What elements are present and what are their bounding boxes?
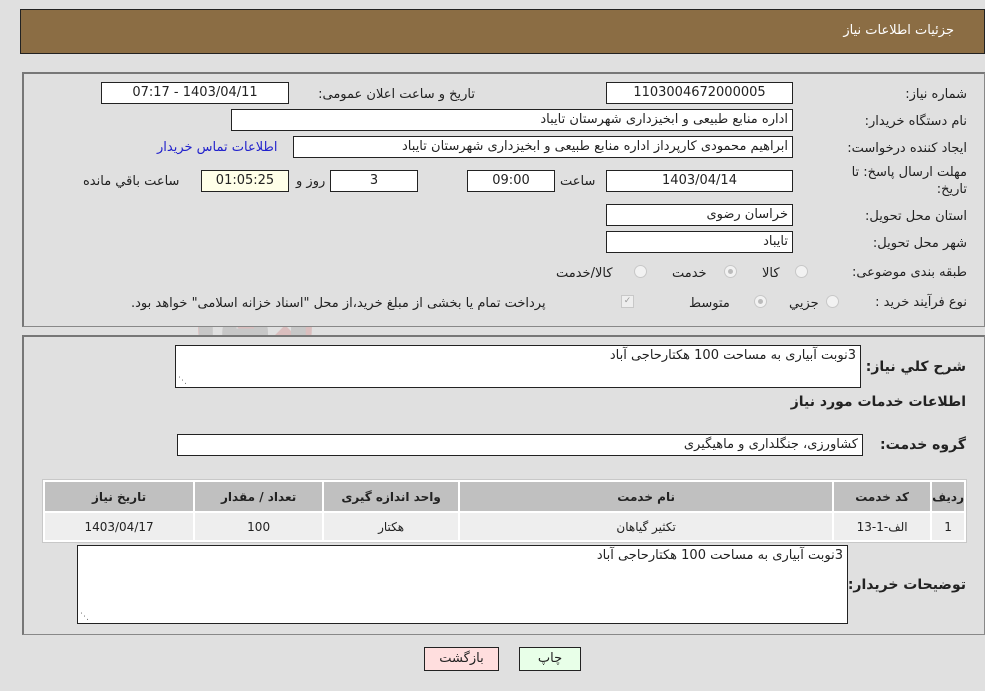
deadline-label-date: تاریخ: [936, 182, 967, 197]
services-section-title: اطلاعات خدمات مورد نیاز [790, 394, 966, 410]
delivery-province-field: خراسان رضوی [606, 204, 793, 226]
cell-service-name: تکثیر گیاهان [460, 513, 833, 540]
summary-text: 3نوبت آبیاری به مساحت 100 هکتارحاجی آباد [609, 348, 856, 363]
back-button[interactable]: بازگشت [424, 647, 499, 671]
process-option-minor: جزیي [789, 296, 819, 311]
deadline-time-field: 09:00 [467, 170, 555, 192]
process-radio-medium[interactable] [754, 295, 767, 308]
services-table: ردیف کد خدمت نام خدمت واحد اندازه گیری ت… [42, 479, 967, 543]
remaining-time-label: ساعت باقي مانده [83, 174, 180, 189]
col-header-need-date: تاریخ نیاز [45, 482, 194, 511]
category-option-goods: کالا [762, 266, 780, 281]
cell-quantity: 100 [195, 513, 323, 540]
cell-unit: هکتار [324, 513, 459, 540]
col-header-quantity: تعداد / مقدار [195, 482, 323, 511]
delivery-city-field: تایباد [606, 231, 793, 253]
announce-datetime-field: 1403/04/11 - 07:17 [101, 82, 289, 104]
deadline-label: مهلت ارسال پاسخ: تا [851, 165, 967, 180]
category-radio-service[interactable] [724, 265, 737, 278]
need-number-field: 1103004672000005 [606, 82, 793, 104]
treasury-note: پرداخت تمام یا بخشی از مبلغ خرید،از محل … [131, 296, 546, 311]
buyer-org-field: اداره منابع طبیعی و ابخیزداری شهرستان تا… [231, 109, 793, 131]
summary-textarea[interactable]: 3نوبت آبیاری به مساحت 100 هکتارحاجی آباد… [175, 345, 861, 388]
process-radio-minor[interactable] [826, 295, 839, 308]
need-number-label: شماره نیاز: [905, 87, 967, 102]
col-header-service-name: نام خدمت [460, 482, 833, 511]
remaining-time-field: 01:05:25 [201, 170, 289, 192]
purchase-process-label: نوع فرآیند خرید : [875, 295, 967, 310]
delivery-province-label: استان محل تحویل: [865, 209, 967, 224]
page-title: جزئیات اطلاعات نیاز [843, 23, 954, 38]
remaining-days-field: 3 [330, 170, 418, 192]
service-group-field: کشاورزی، جنگلداری و ماهیگیری [177, 434, 863, 456]
buyer-notes-text: 3نوبت آبیاری به مساحت 100 هکتارحاجی آباد [596, 548, 843, 563]
delivery-city-label: شهر محل تحویل: [872, 236, 967, 251]
resize-grip-icon[interactable]: ⋰ [80, 612, 89, 622]
days-label: روز و [296, 174, 326, 189]
deadline-time-label: ساعت [560, 174, 596, 189]
cell-row-number: 1 [932, 513, 964, 540]
services-panel: شرح کلي نیاز: 3نوبت آبیاری به مساحت 100 … [22, 335, 985, 635]
col-header-service-code: کد خدمت [834, 482, 931, 511]
buyer-notes-textarea[interactable]: 3نوبت آبیاری به مساحت 100 هکتارحاجی آباد… [77, 545, 848, 624]
category-label: طبقه بندی موضوعی: [851, 265, 967, 280]
table-row: 1 الف-1-13 تکثیر گیاهان هکتار 100 1403/0… [45, 513, 964, 540]
page-header: جزئیات اطلاعات نیاز [20, 9, 985, 54]
summary-label: شرح کلي نیاز: [865, 359, 966, 375]
category-option-goods-service: کالا/خدمت [556, 266, 613, 281]
buyer-org-label: نام دستگاه خریدار: [864, 114, 967, 129]
cell-service-code: الف-1-13 [834, 513, 931, 540]
col-header-unit: واحد اندازه گیری [324, 482, 459, 511]
print-button[interactable]: چاپ [519, 647, 581, 671]
service-group-label: گروه خدمت: [880, 437, 966, 453]
deadline-date-field: 1403/04/14 [606, 170, 793, 192]
process-option-medium: متوسط [689, 296, 730, 311]
resize-grip-icon[interactable]: ⋰ [178, 376, 187, 386]
treasury-checkbox[interactable]: ✓ [621, 295, 634, 308]
table-header-row: ردیف کد خدمت نام خدمت واحد اندازه گیری ت… [45, 482, 964, 511]
cell-need-date: 1403/04/17 [45, 513, 194, 540]
announce-datetime-label: تاریخ و ساعت اعلان عمومی: [318, 87, 475, 102]
category-option-service: خدمت [672, 266, 707, 281]
buyer-contact-link[interactable]: اطلاعات تماس خریدار [157, 140, 277, 155]
requester-field: ابراهیم محمودی کارپرداز اداره منابع طبیع… [293, 136, 793, 158]
col-header-row-number: ردیف [932, 482, 964, 511]
category-radio-goods[interactable] [795, 265, 808, 278]
category-radio-goods-service[interactable] [634, 265, 647, 278]
requester-label: ایجاد کننده درخواست: [847, 141, 967, 156]
buyer-notes-label: توضیحات خریدار: [847, 577, 966, 593]
